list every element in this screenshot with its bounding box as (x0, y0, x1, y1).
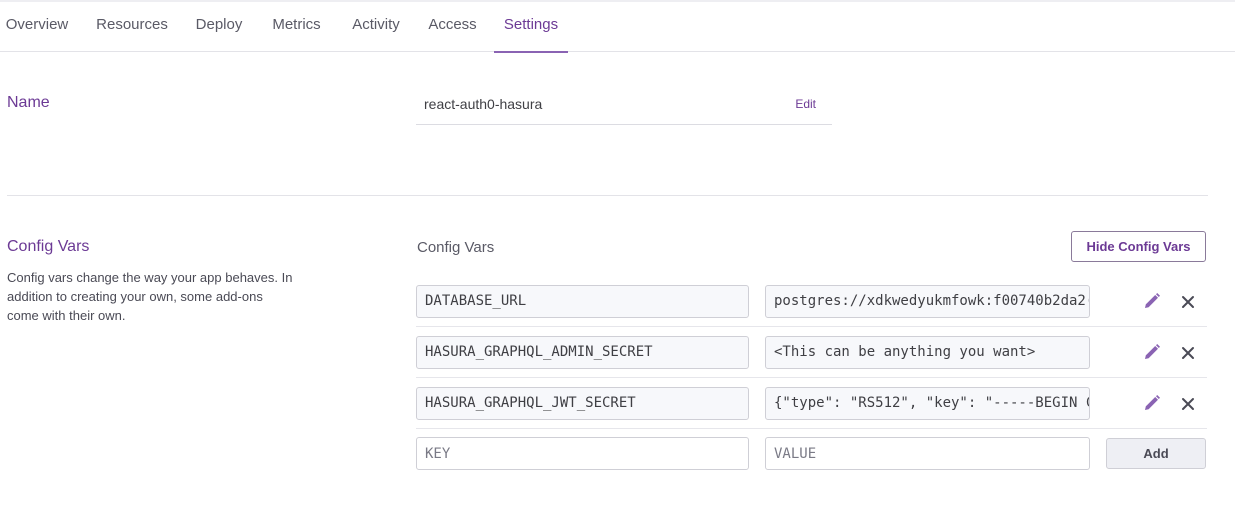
tab-deploy[interactable]: Deploy (189, 2, 249, 52)
hide-config-vars-button[interactable]: Hide Config Vars (1071, 231, 1206, 262)
tab-activity[interactable]: Activity (345, 2, 407, 52)
new-key-field (416, 437, 749, 470)
config-vars-subtitle: Config Vars (417, 239, 495, 256)
config-var-value[interactable]: <This can be anything you want> (765, 336, 1090, 369)
tab-access[interactable]: Access (424, 2, 481, 52)
tab-settings[interactable]: Settings (494, 2, 568, 53)
config-vars-description: Config vars change the way your app beha… (7, 270, 293, 323)
config-var-key[interactable]: DATABASE_URL (416, 285, 749, 318)
edit-name-button[interactable]: Edit (795, 97, 816, 111)
app-name-value: react-auth0-hasura (424, 96, 543, 112)
close-icon[interactable] (1177, 291, 1199, 313)
tab-metrics[interactable]: Metrics (266, 2, 327, 52)
tab-overview[interactable]: Overview (0, 2, 74, 52)
new-value-input[interactable] (774, 438, 1081, 469)
app-name-field: react-auth0-hasura Edit (416, 86, 832, 125)
pencil-icon[interactable] (1141, 290, 1163, 312)
pencil-icon[interactable] (1141, 392, 1163, 414)
row-divider (416, 377, 1207, 378)
pencil-icon[interactable] (1141, 341, 1163, 363)
new-key-input[interactable] (425, 438, 740, 469)
add-config-var-button[interactable]: Add (1106, 438, 1206, 469)
name-heading: Name (7, 94, 50, 111)
tab-resources[interactable]: Resources (92, 2, 172, 52)
config-var-value[interactable]: {"type": "RS512", "key": "-----BEGIN C (765, 387, 1090, 420)
app-tabs: Overview Resources Deploy Metrics Activi… (0, 2, 1235, 53)
config-var-key[interactable]: HASURA_GRAPHQL_JWT_SECRET (416, 387, 749, 420)
row-divider (416, 428, 1207, 429)
config-var-key[interactable]: HASURA_GRAPHQL_ADMIN_SECRET (416, 336, 749, 369)
config-vars-heading: Config Vars (7, 238, 90, 255)
new-value-field (765, 437, 1090, 470)
section-divider (7, 195, 1208, 196)
row-divider (416, 326, 1207, 327)
close-icon[interactable] (1177, 342, 1199, 364)
close-icon[interactable] (1177, 393, 1199, 415)
config-var-value[interactable]: postgres://xdkwedyukmfowk:f00740b2da2( (765, 285, 1090, 318)
